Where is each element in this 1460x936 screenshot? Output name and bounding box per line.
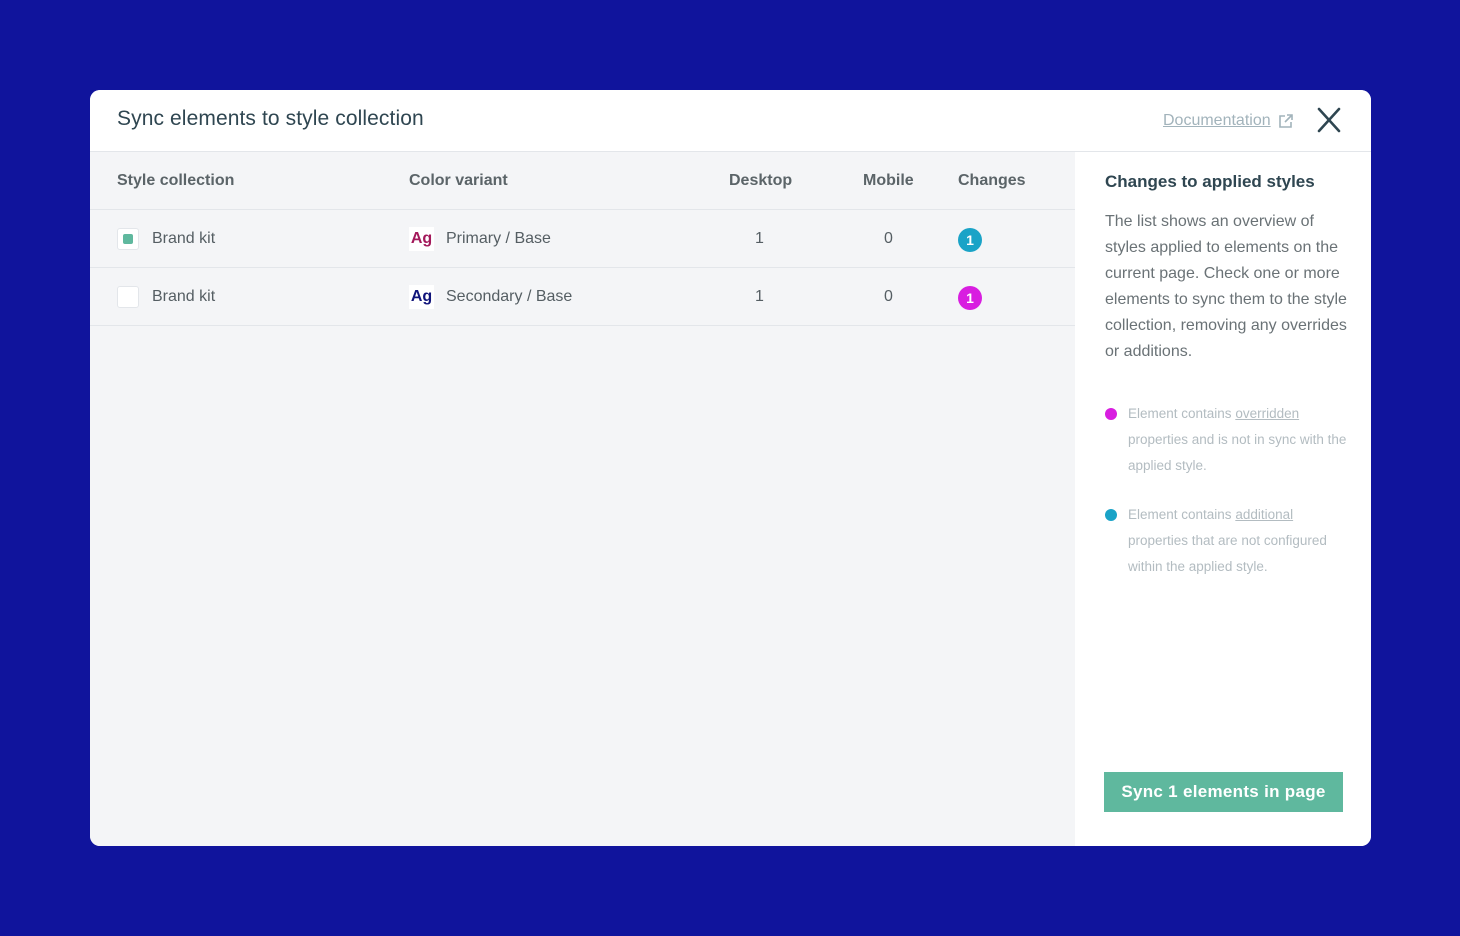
table-row[interactable]: Brand kit Ag Secondary / Base 1 0 1 [90,268,1075,326]
style-table: Style collection Color variant Desktop M… [90,152,1075,846]
close-icon[interactable] [1316,106,1342,134]
overridden-link[interactable]: overridden [1235,406,1299,421]
legend-text: Element contains additional properties t… [1128,507,1327,574]
color-swatch: Ag [409,285,434,309]
changes-badge: 1 [958,286,982,310]
mobile-count: 0 [884,230,893,247]
table-header: Style collection Color variant Desktop M… [90,152,1075,210]
sync-button[interactable]: Sync 1 elements in page [1104,772,1343,812]
modal-title: Sync elements to style collection [117,107,424,130]
desktop-count: 1 [755,288,764,305]
column-header-style-collection: Style collection [117,172,235,189]
additional-dot-icon [1105,509,1117,521]
changes-badge: 1 [958,228,982,252]
column-header-desktop: Desktop [729,172,793,189]
mobile-count: 0 [884,288,893,305]
legend-text: Element contains overridden properties a… [1128,406,1347,473]
documentation-label: Documentation [1163,112,1271,129]
override-dot-icon [1105,408,1117,420]
column-header-mobile: Mobile [863,172,914,189]
row-checkbox[interactable] [117,286,139,308]
table-row[interactable]: Brand kit Ag Primary / Base 1 0 1 [90,210,1075,268]
column-header-color-variant: Color variant [409,172,508,189]
side-panel-description: The list shows an overview of styles app… [1105,213,1347,360]
column-header-changes: Changes [958,172,1026,189]
side-panel: Changes to applied styles The list shows… [1075,152,1371,846]
color-swatch: Ag [409,227,434,251]
additional-link[interactable]: additional [1235,507,1293,522]
row-checkbox[interactable] [117,228,139,250]
side-panel-title: Changes to applied styles [1105,172,1315,191]
style-collection-name: Brand kit [152,230,216,247]
documentation-link[interactable]: Documentation [1163,110,1295,132]
color-variant-name: Primary / Base [446,230,551,247]
sync-modal: Sync elements to style collection Docume… [90,90,1371,846]
style-collection-name: Brand kit [152,288,216,305]
desktop-count: 1 [755,230,764,247]
external-link-icon [1278,114,1293,128]
modal-header: Sync elements to style collection Docume… [90,90,1371,152]
color-variant-name: Secondary / Base [446,288,573,305]
